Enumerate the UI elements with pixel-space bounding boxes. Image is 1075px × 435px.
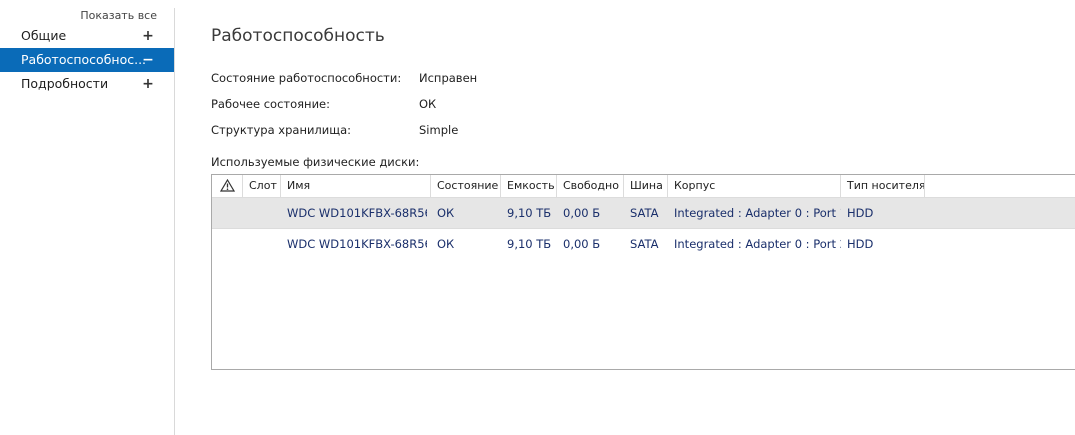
bus-cell: SATA [630,237,659,251]
main-panel: Работоспособность Состояние работоспособ… [175,0,1075,435]
table-row[interactable]: WDC WD101KFBX-68R56N ОК 9,10 ТБ 0,00 Б S… [212,229,1075,259]
capacity-cell: 9,10 ТБ [507,237,552,251]
column-header-name[interactable]: Имя [281,175,431,197]
storage-layout-value: Simple [419,123,459,137]
show-all-link[interactable]: Показать все [80,9,157,22]
name-cell: WDC WD101KFBX-68R56N [287,237,427,251]
slot-cell [243,198,281,228]
column-header-enclosure[interactable]: Корпус [668,175,841,197]
slot-cell [243,229,281,259]
column-header-state[interactable]: Состояние [431,175,501,197]
nav-item-details[interactable]: Подробности + [0,72,174,96]
health-status-value: Исправен [419,71,478,85]
state-cell: ОК [437,237,455,251]
nav-item-label: Подробности [21,76,109,91]
nav-item-label: Общие [21,28,67,43]
media-type-cell: HDD [847,206,874,220]
collapse-icon[interactable]: − [142,48,154,72]
operational-status-label: Рабочее состояние: [211,97,330,111]
enclosure-cell: Integrated : Adapter 0 : Port 2 [674,237,841,251]
table-row[interactable]: WDC WD101KFBX-68R56N ОК 9,10 ТБ 0,00 Б S… [212,197,1075,229]
column-header-slot[interactable]: Слот [243,175,281,197]
expand-icon[interactable]: + [142,72,154,96]
storage-layout-label: Структура хранилища: [211,123,352,137]
state-cell: ОК [437,206,455,220]
column-header-bus[interactable]: Шина [624,175,668,197]
health-status-label: Состояние работоспособности: [211,71,402,85]
page-title: Работоспособность [211,26,385,46]
expand-icon[interactable]: + [142,24,154,48]
column-header-free[interactable]: Свободно [557,175,624,197]
left-navigation: Показать все Общие + Работоспособнос... … [0,0,174,435]
capacity-cell: 9,10 ТБ [507,206,552,220]
warning-triangle-icon [220,179,235,192]
column-header-capacity[interactable]: Емкость [501,175,557,197]
nav-item-health[interactable]: Работоспособнос... − [0,48,174,72]
nav-item-label: Работоспособнос... [21,52,147,67]
bus-cell: SATA [630,206,659,220]
grid-header: Слот Имя Состояние Емкость Свободно Шина… [212,175,1075,198]
column-header-warning[interactable] [212,175,243,197]
name-cell: WDC WD101KFBX-68R56N [287,206,427,220]
free-cell: 0,00 Б [563,206,601,220]
column-header-media-type[interactable]: Тип носителя [841,175,925,197]
free-cell: 0,00 Б [563,237,601,251]
physical-disks-label: Используемые физические диски: [211,155,420,169]
physical-disks-grid[interactable]: Слот Имя Состояние Емкость Свободно Шина… [211,174,1075,370]
enclosure-cell: Integrated : Adapter 0 : Port 1 [674,206,841,220]
operational-status-value: ОК [419,97,437,111]
media-type-cell: HDD [847,237,874,251]
nav-item-general[interactable]: Общие + [0,24,174,48]
